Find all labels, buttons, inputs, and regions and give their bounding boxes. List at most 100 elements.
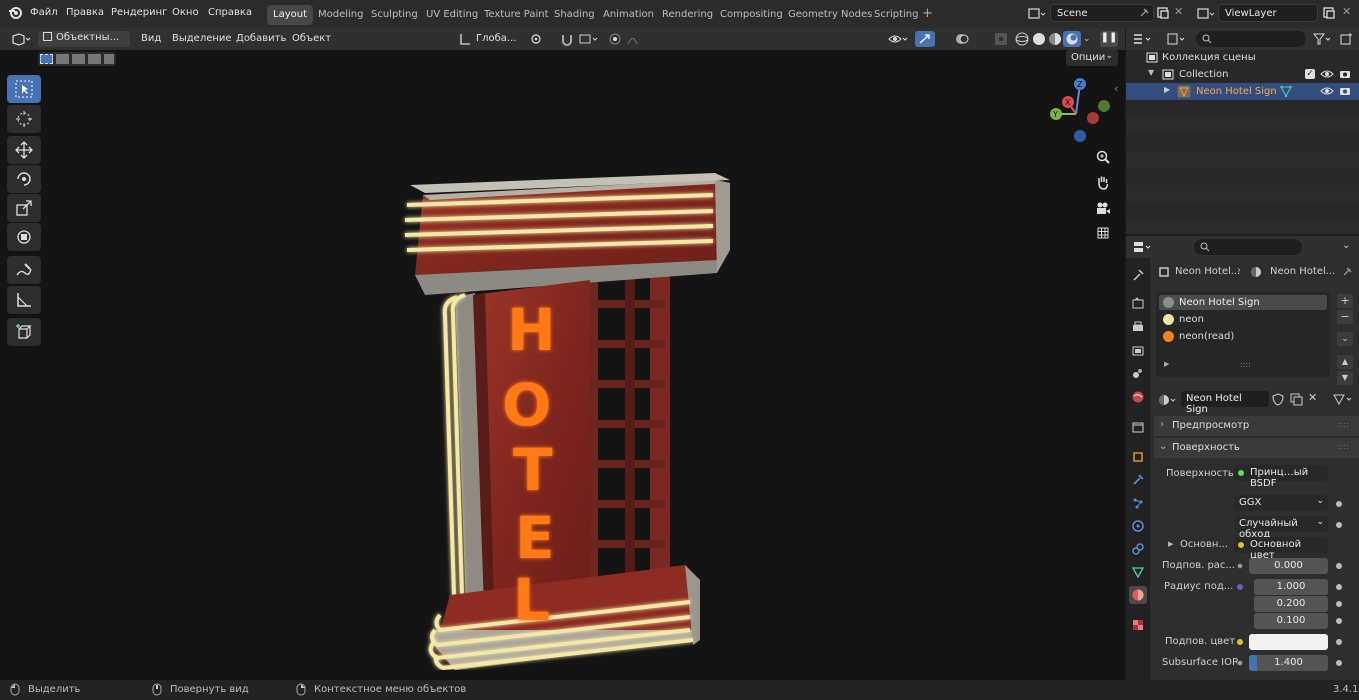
rotate-tool[interactable]	[7, 165, 41, 193]
close-scene-icon[interactable]: ✕	[1174, 5, 1183, 18]
options-dropdown[interactable]: Опции ⌄	[1066, 50, 1118, 66]
close-view-layer-icon[interactable]: ✕	[1342, 5, 1351, 18]
expand-object-icon[interactable]: ▶	[1164, 85, 1170, 94]
sidebar-toggle-icon[interactable]: ‹	[1114, 82, 1118, 95]
properties-options-icon[interactable]: ⌄	[1342, 240, 1350, 251]
annotate-tool[interactable]	[7, 256, 41, 284]
scale-tool[interactable]	[7, 194, 41, 222]
outliner-row-neon-hotel-sign[interactable]: ▶ Neon Hotel Sign	[1126, 83, 1359, 100]
wireframe-shading-icon[interactable]	[1015, 32, 1029, 49]
view-layer-icon[interactable]	[1197, 7, 1215, 24]
properties-search-input[interactable]	[1194, 239, 1302, 255]
visibility-eye-icon[interactable]	[1320, 69, 1334, 82]
material-slot-0[interactable]: Neon Hotel Sign	[1159, 295, 1327, 310]
select-invert-icon[interactable]	[88, 54, 101, 64]
properties-editor-icon[interactable]	[1132, 240, 1154, 257]
ior-socket-icon[interactable]	[1237, 660, 1243, 666]
material-preview-icon[interactable]	[1048, 32, 1062, 49]
distribution-keyframe-dot[interactable]	[1336, 501, 1342, 507]
transform-orientation-icon[interactable]	[458, 32, 472, 49]
tab-uv-editing[interactable]: UV Editing	[420, 5, 484, 25]
scene-icon[interactable]	[1028, 7, 1046, 24]
solid-shading-icon[interactable]	[1032, 32, 1046, 49]
outliner-row-scene-collection[interactable]: Коллекция сцены	[1126, 49, 1359, 66]
distribution-dropdown[interactable]: GGX ⌄	[1234, 495, 1328, 511]
radius-y-keyframe-dot[interactable]	[1336, 601, 1342, 607]
visibility-selector-icon[interactable]	[888, 32, 910, 49]
menu-file[interactable]: Файл	[30, 7, 58, 18]
modifier-tab-icon[interactable]	[1129, 471, 1147, 489]
unlink-material-icon[interactable]: ✕	[1308, 391, 1317, 404]
duplicate-material-icon[interactable]	[1289, 393, 1303, 409]
snap-icon[interactable]	[560, 32, 576, 49]
radius-x-field[interactable]: 1.000	[1254, 579, 1328, 595]
menu-object[interactable]: Объект	[292, 33, 331, 44]
select-subtract-icon[interactable]	[72, 54, 85, 64]
object-tab-icon[interactable]	[1129, 448, 1147, 466]
radius-z-field[interactable]: 0.100	[1254, 613, 1328, 629]
tool-tab-icon[interactable]	[1129, 266, 1147, 284]
subsurface-field[interactable]: 0.000	[1249, 558, 1328, 574]
material-name-field[interactable]: Neon Hotel Sign	[1181, 391, 1269, 415]
collection-tab-icon[interactable]	[1129, 418, 1147, 436]
exclude-checkbox[interactable]: ✓	[1305, 69, 1315, 79]
pan-hand-icon[interactable]	[1093, 172, 1113, 192]
camera-view-icon[interactable]	[1093, 198, 1113, 218]
ortho-grid-icon[interactable]	[1093, 223, 1113, 243]
texture-tab-icon[interactable]	[1129, 616, 1147, 634]
slot-specials-icon[interactable]: ⌄	[1337, 332, 1353, 346]
constraints-tab-icon[interactable]	[1129, 540, 1147, 558]
tab-compositing[interactable]: Compositing	[714, 5, 789, 25]
view-layer-tab-icon[interactable]	[1129, 342, 1147, 360]
mesh-data-icon[interactable]	[1280, 85, 1292, 100]
ior-field[interactable]: 1.400	[1249, 655, 1328, 671]
render-camera-icon[interactable]	[1339, 68, 1351, 82]
overlays-icon[interactable]	[955, 32, 977, 49]
pause-render-icon[interactable]: ❚❚	[1100, 31, 1118, 47]
tab-sculpting[interactable]: Sculpting	[365, 5, 424, 25]
zoom-view-icon[interactable]	[1093, 147, 1113, 167]
preview-panel-header[interactable]: › Предпросмотр ::::	[1154, 416, 1359, 436]
navigation-gizmo[interactable]: Z Y X	[1044, 76, 1114, 146]
select-intersect-icon[interactable]	[104, 54, 114, 64]
measure-tool[interactable]	[7, 286, 41, 314]
subsurface-color-keyframe-dot[interactable]	[1336, 639, 1342, 645]
subsurface-socket-icon[interactable]	[1237, 563, 1243, 569]
tab-geometry-nodes[interactable]: Geometry Nodes	[782, 5, 878, 25]
view-layer-field[interactable]: ViewLayer	[1218, 4, 1318, 22]
method-keyframe-dot[interactable]	[1336, 522, 1342, 528]
object-visibility-eye-icon[interactable]	[1320, 86, 1334, 99]
object-render-camera-icon[interactable]	[1339, 85, 1351, 99]
outliner-search-input[interactable]	[1196, 31, 1306, 47]
fake-user-shield-icon[interactable]	[1271, 393, 1285, 409]
filter-icon[interactable]	[1312, 32, 1334, 49]
menu-add[interactable]: Добавить	[236, 33, 286, 44]
menu-render[interactable]: Рендеринг	[111, 7, 167, 18]
material-slot-1[interactable]: neon	[1159, 312, 1327, 327]
menu-window[interactable]: Окно	[172, 7, 199, 18]
tab-shading[interactable]: Shading	[548, 5, 601, 25]
slot-list-expand-icon[interactable]: ▶	[1164, 360, 1169, 368]
subsurface-color-socket-icon[interactable]	[1237, 639, 1243, 645]
snap-target-icon[interactable]	[578, 32, 600, 49]
falloff-icon[interactable]	[626, 32, 648, 49]
select-extend-icon[interactable]	[56, 54, 69, 64]
transform-tool[interactable]	[7, 223, 41, 251]
menu-view[interactable]: Вид	[141, 33, 161, 44]
add-slot-icon[interactable]: +	[1337, 294, 1353, 308]
material-tab-icon[interactable]	[1129, 586, 1147, 604]
outliner-row-collection[interactable]: ▼ Collection ✓	[1126, 66, 1359, 83]
orientation-dropdown[interactable]: Глоба...	[476, 33, 516, 44]
list-resize-grip-icon[interactable]: ::::	[1240, 360, 1251, 369]
output-tab-icon[interactable]	[1129, 318, 1147, 336]
particles-tab-icon[interactable]	[1129, 494, 1147, 512]
outliner-editor-icon[interactable]	[1132, 32, 1154, 49]
gizmo-toggle-icon[interactable]	[915, 31, 935, 47]
base-color-expand-icon[interactable]: ▶	[1168, 540, 1173, 548]
link-data-icon[interactable]	[1332, 393, 1354, 409]
pin-icon[interactable]	[1138, 7, 1150, 22]
move-tool[interactable]	[7, 136, 41, 164]
material-slot-2[interactable]: neon(read)	[1159, 329, 1327, 344]
properties-pin-icon[interactable]	[1341, 266, 1353, 281]
subsurface-color-swatch[interactable]	[1249, 634, 1328, 650]
